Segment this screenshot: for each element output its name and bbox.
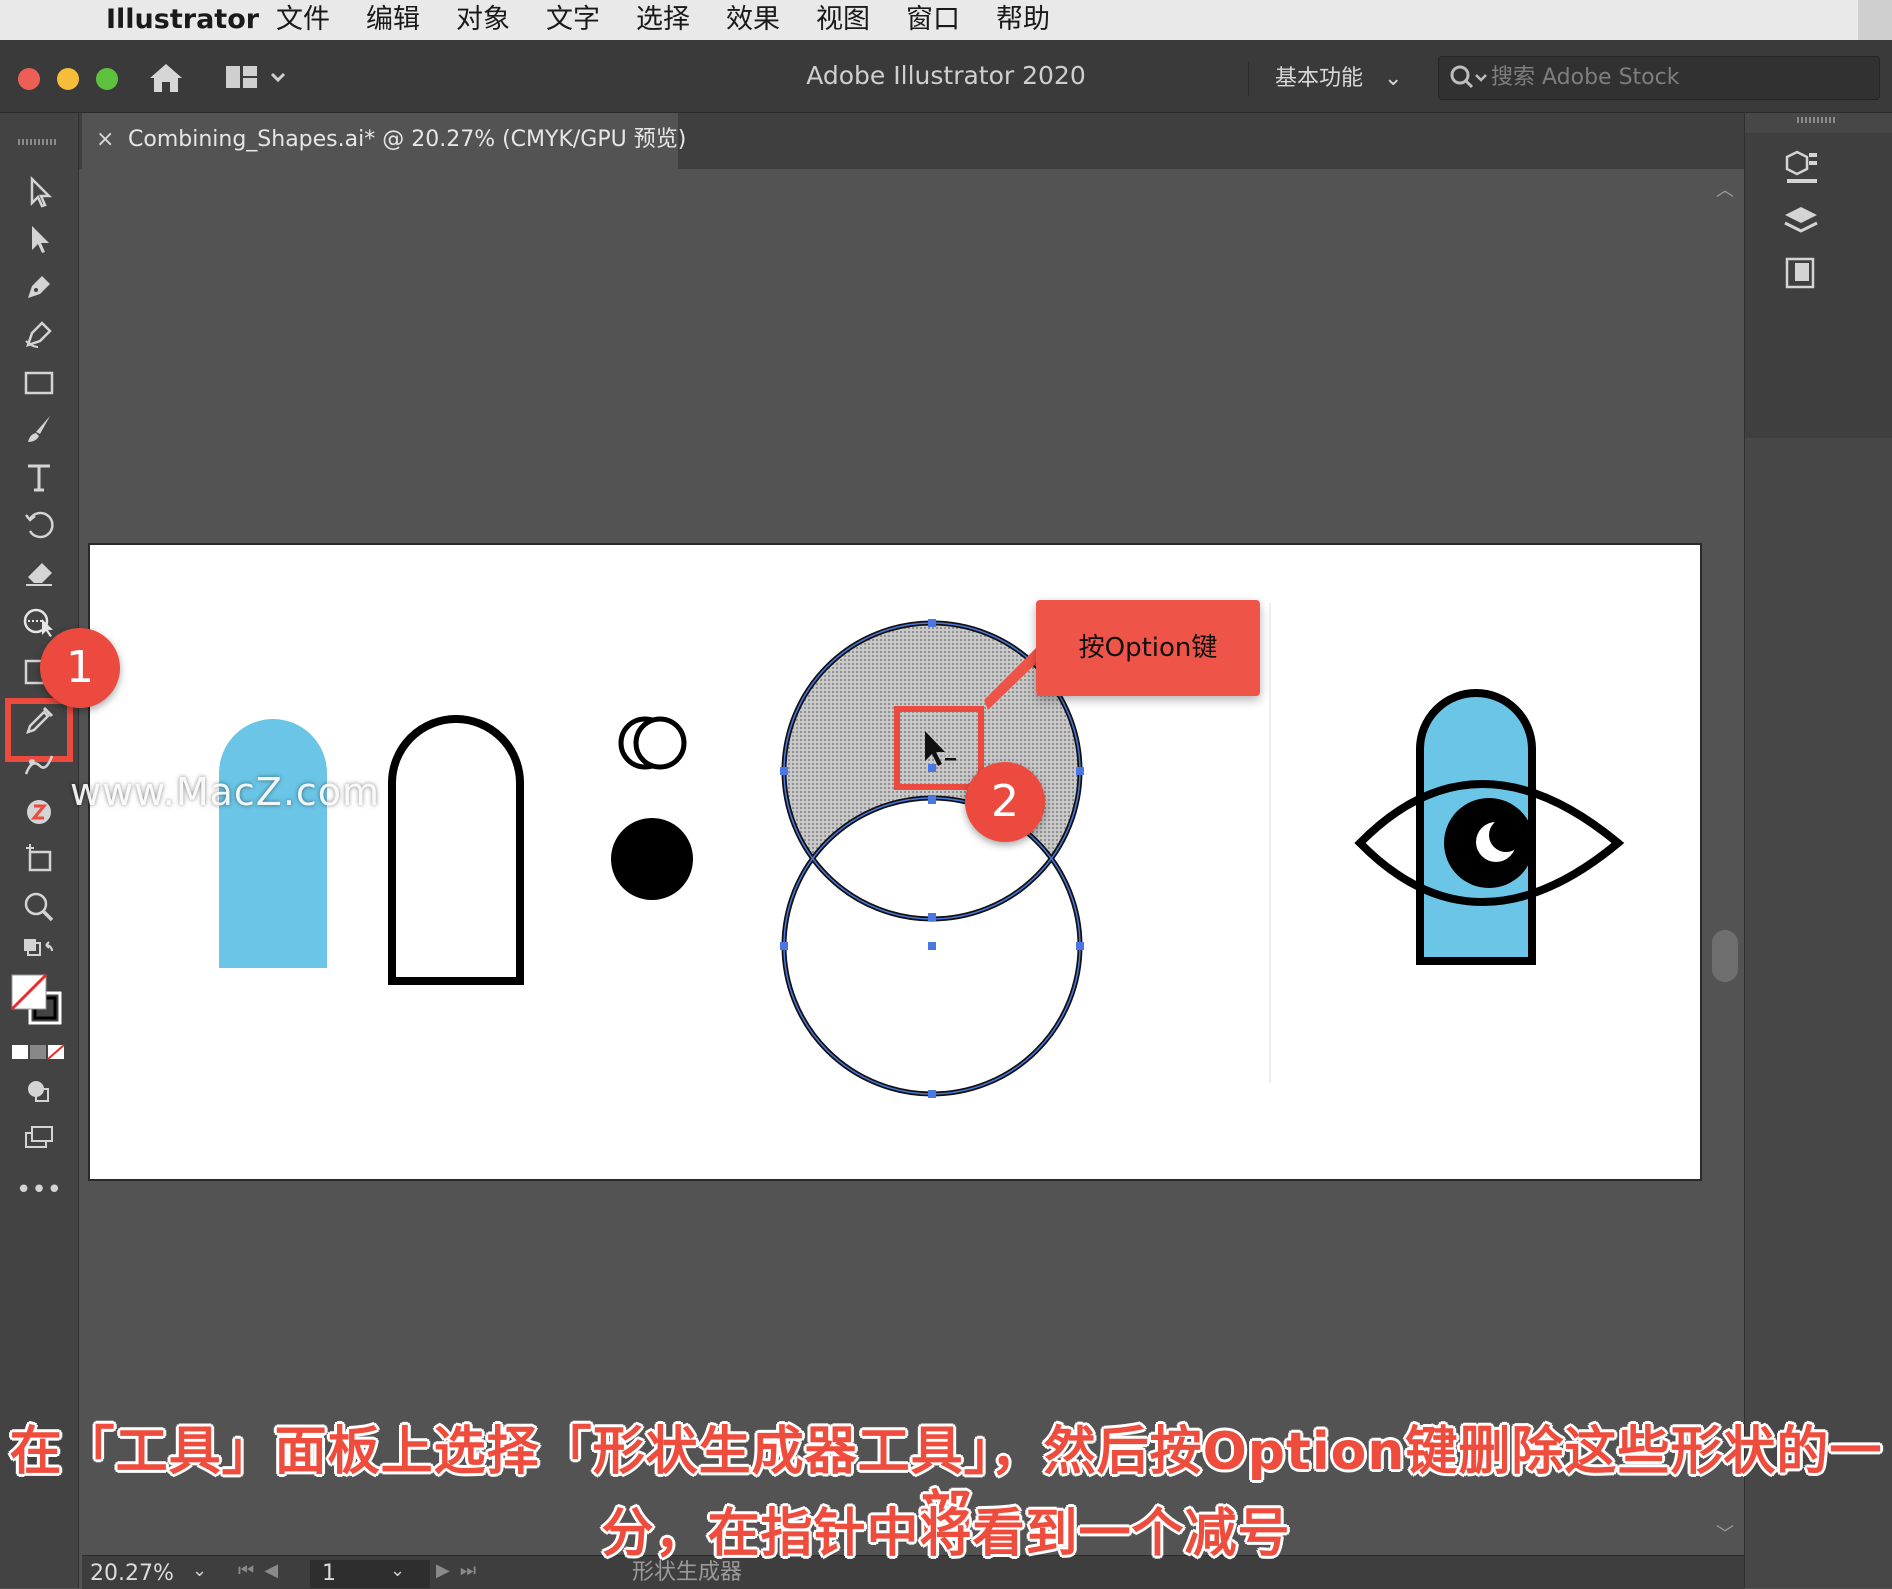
option-key-callout-text: 按Option键 (1078, 633, 1218, 663)
libraries-panel-icon[interactable] (1781, 253, 1821, 293)
type-tool-icon[interactable] (18, 458, 60, 496)
vertical-scrollbar[interactable]: ︿ ﹀ (1710, 170, 1740, 1560)
scrollbar-thumb[interactable] (1712, 930, 1738, 982)
small-circle-right[interactable] (633, 716, 687, 770)
menu-help[interactable]: 帮助 (996, 3, 1050, 37)
chevron-down-icon: ⌄ (1384, 66, 1403, 91)
more-tools-icon[interactable]: ••• (16, 1171, 62, 1209)
document-tab-bar: ›› ‹‹ × Combining_Shapes.ai* @ 20.27% (C… (0, 109, 1892, 169)
step-badge-1: 1 (40, 628, 120, 708)
close-tab-icon[interactable]: × (96, 125, 114, 155)
toolbar-grip[interactable] (18, 139, 58, 145)
paintbrush-tool-icon[interactable] (18, 410, 60, 448)
menu-type[interactable]: 文字 (546, 3, 600, 37)
workspace-switcher[interactable]: 基本功能 ⌄ (1248, 62, 1402, 96)
blue-arch-shape[interactable] (219, 719, 327, 968)
search-placeholder: 搜索 Adobe Stock (1491, 65, 1680, 90)
rectangle-tool-icon[interactable] (18, 363, 60, 401)
menu-items: 文件 编辑 对象 文字 选择 效果 视图 窗口 帮助 (276, 3, 1050, 37)
artwork (219, 603, 1625, 1098)
curvature-tool-icon[interactable] (18, 315, 60, 353)
menu-object[interactable]: 对象 (456, 3, 510, 37)
artboard-tool-icon[interactable] (18, 840, 60, 878)
cursor-highlight-box (894, 706, 984, 790)
direct-selection-tool-icon[interactable] (18, 220, 60, 258)
blend-tool-icon[interactable] (18, 746, 60, 784)
scroll-up-icon[interactable]: ︿ (1716, 176, 1734, 202)
layers-panel-icon[interactable] (1781, 201, 1821, 241)
zoom-tool-icon[interactable] (18, 888, 60, 926)
tools-panel: ••• (0, 113, 79, 1588)
panel-icons-group (1745, 133, 1892, 438)
watermark: www.MacZ.com (70, 770, 381, 814)
option-key-callout: 按Option键 (1036, 600, 1260, 696)
app-menu[interactable]: Illustrator (106, 4, 259, 36)
rotate-tool-icon[interactable] (18, 505, 60, 543)
properties-panel-icon[interactable] (1781, 147, 1821, 187)
menu-bar: Illustrator 文件 编辑 对象 文字 选择 效果 视图 窗口 帮助 (0, 0, 1892, 40)
subtitle-line-2: 分，在指针中将看到一个减号 (601, 1504, 1291, 1564)
outlined-arch-shape[interactable] (388, 715, 524, 985)
color-mode-buttons[interactable] (12, 1043, 66, 1063)
selection-tool-icon[interactable] (18, 173, 60, 211)
screen-mode-icon[interactable] (18, 1119, 60, 1157)
workspace-label: 基本功能 (1275, 66, 1364, 91)
menubar-corner (1858, 0, 1892, 40)
symbol-sprayer-tool-icon[interactable] (18, 793, 60, 831)
eye-logo-artwork[interactable] (1354, 689, 1625, 965)
swap-fill-stroke-icon[interactable] (18, 933, 60, 971)
menu-view[interactable]: 视图 (816, 3, 870, 37)
black-circle[interactable] (611, 818, 693, 900)
step-badge-2: 2 (965, 762, 1045, 842)
menu-edit[interactable]: 编辑 (366, 3, 420, 37)
title-bar: Adobe Illustrator 2020 基本功能 ⌄ 搜索 Adobe S… (0, 40, 1892, 113)
document-tab-label: Combining_Shapes.ai* @ 20.27% (CMYK/GPU … (128, 127, 687, 152)
menu-file[interactable]: 文件 (276, 3, 330, 37)
fill-stroke-swatch[interactable] (10, 973, 66, 1029)
menu-window[interactable]: 窗口 (906, 3, 960, 37)
shape-builder-tool-icon[interactable] (18, 603, 60, 641)
search-icon (1449, 63, 1489, 97)
pen-tool-icon[interactable] (18, 268, 60, 306)
document-tab[interactable]: × Combining_Shapes.ai* @ 20.27% (CMYK/GP… (82, 113, 686, 169)
eraser-tool-icon[interactable] (18, 553, 60, 591)
stock-search-input[interactable]: 搜索 Adobe Stock (1438, 56, 1880, 100)
draw-mode-icon[interactable] (18, 1073, 60, 1111)
dock-grip[interactable] (1797, 117, 1837, 123)
right-panel-dock (1744, 113, 1892, 1588)
eyedropper-tool-icon[interactable] (18, 700, 60, 738)
menu-select[interactable]: 选择 (636, 3, 690, 37)
menu-effect[interactable]: 效果 (726, 3, 780, 37)
